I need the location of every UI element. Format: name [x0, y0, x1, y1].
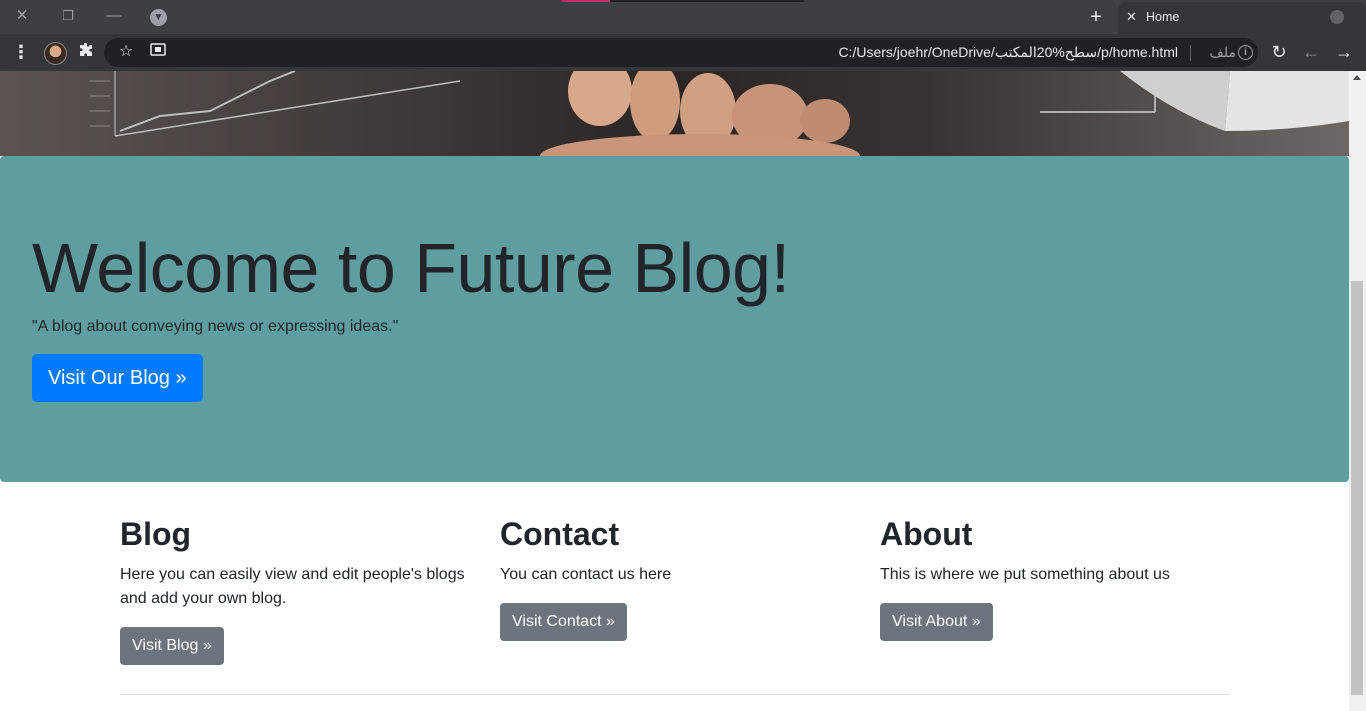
page-title: Welcome to Future Blog!: [32, 229, 790, 307]
restore-icon[interactable]: ❐: [56, 6, 80, 26]
scroll-up-arrow-icon[interactable]: [1353, 75, 1361, 80]
vertical-scrollbar[interactable]: [1349, 71, 1366, 711]
info-icon[interactable]: i: [1238, 45, 1253, 60]
plus-icon[interactable]: +: [1085, 6, 1107, 28]
avatar[interactable]: [44, 42, 67, 65]
globe-icon: [1330, 10, 1344, 24]
url-text[interactable]: C:/Users/joehr/OneDrive/سطح%20المكتب/p/h…: [838, 44, 1178, 61]
section-heading: Blog: [120, 516, 192, 552]
hero-lead: "A blog about conveying news or expressi…: [32, 318, 399, 335]
back-arrow-icon[interactable]: ←: [1301, 42, 1321, 62]
reload-icon[interactable]: ↻: [1269, 42, 1289, 62]
tab-search-icon[interactable]: ▼: [150, 9, 167, 26]
visit-about-button[interactable]: Visit About »: [880, 603, 993, 641]
hero-jumbotron: Welcome to Future Blog! "A blog about co…: [0, 156, 1349, 482]
minimize-icon[interactable]: —: [102, 6, 126, 26]
section-about: About This is where we put something abo…: [880, 515, 1225, 641]
hero-image: [0, 71, 1349, 156]
section-contact: Contact You can contact us here Visit Co…: [500, 515, 845, 641]
address-bar[interactable]: ☆ C:/Users/joehr/OneDrive/سطح%20المكتب/p…: [104, 38, 1258, 67]
visit-blog-button[interactable]: Visit Blog »: [120, 627, 224, 665]
scrollbar-thumb[interactable]: [1351, 281, 1363, 695]
tab-title: Home: [1146, 10, 1180, 24]
page-viewport: Welcome to Future Blog! "A blog about co…: [0, 71, 1349, 711]
close-icon[interactable]: ✕: [1126, 9, 1137, 25]
section-blog: Blog Here you can easily view and edit p…: [120, 515, 465, 665]
section-heading: About: [880, 516, 973, 552]
divider: [120, 694, 1230, 695]
section-text: You can contact us here: [500, 566, 672, 583]
tab-accent-highlight: [562, 0, 610, 2]
kebab-menu-icon[interactable]: ⋮: [11, 42, 31, 62]
section-heading: Contact: [500, 516, 620, 552]
url-separator: [1190, 45, 1191, 61]
scheme-label: ملف: [1209, 44, 1236, 60]
visit-contact-button[interactable]: Visit Contact »: [500, 603, 627, 641]
section-text: Here you can easily view and edit people…: [120, 566, 465, 607]
visit-our-blog-button[interactable]: Visit Our Blog »: [32, 354, 203, 402]
star-icon[interactable]: ☆: [116, 42, 136, 62]
cast-icon[interactable]: [148, 43, 168, 63]
section-text: This is where we put something about us: [880, 566, 1170, 583]
forward-arrow-icon[interactable]: →: [1334, 42, 1354, 62]
tab-strip: ✕ ❐ — ▼ + ✕ Home: [0, 0, 1366, 34]
close-icon[interactable]: ✕: [10, 6, 34, 26]
puzzle-icon[interactable]: [76, 42, 96, 64]
browser-toolbar: ⋮ ☆ C:/Users/joehr/OneDrive/سطح%20المكتب…: [0, 34, 1366, 71]
tab-home[interactable]: ✕ Home: [1118, 2, 1366, 34]
